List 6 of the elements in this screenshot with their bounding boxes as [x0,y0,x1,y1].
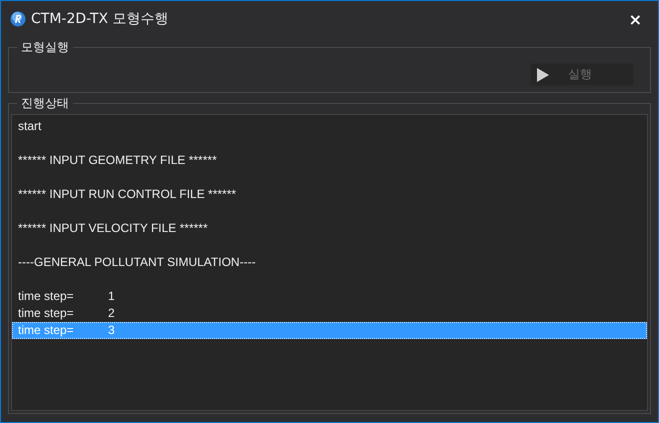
close-button[interactable]: × [622,10,648,28]
window-title: CTM-2D-TX 모형수행 [31,10,170,28]
group-legend: 모형실행 [17,39,73,56]
group-legend: 진행상태 [17,95,73,112]
play-icon [537,68,549,82]
app-logo-icon [10,11,26,27]
